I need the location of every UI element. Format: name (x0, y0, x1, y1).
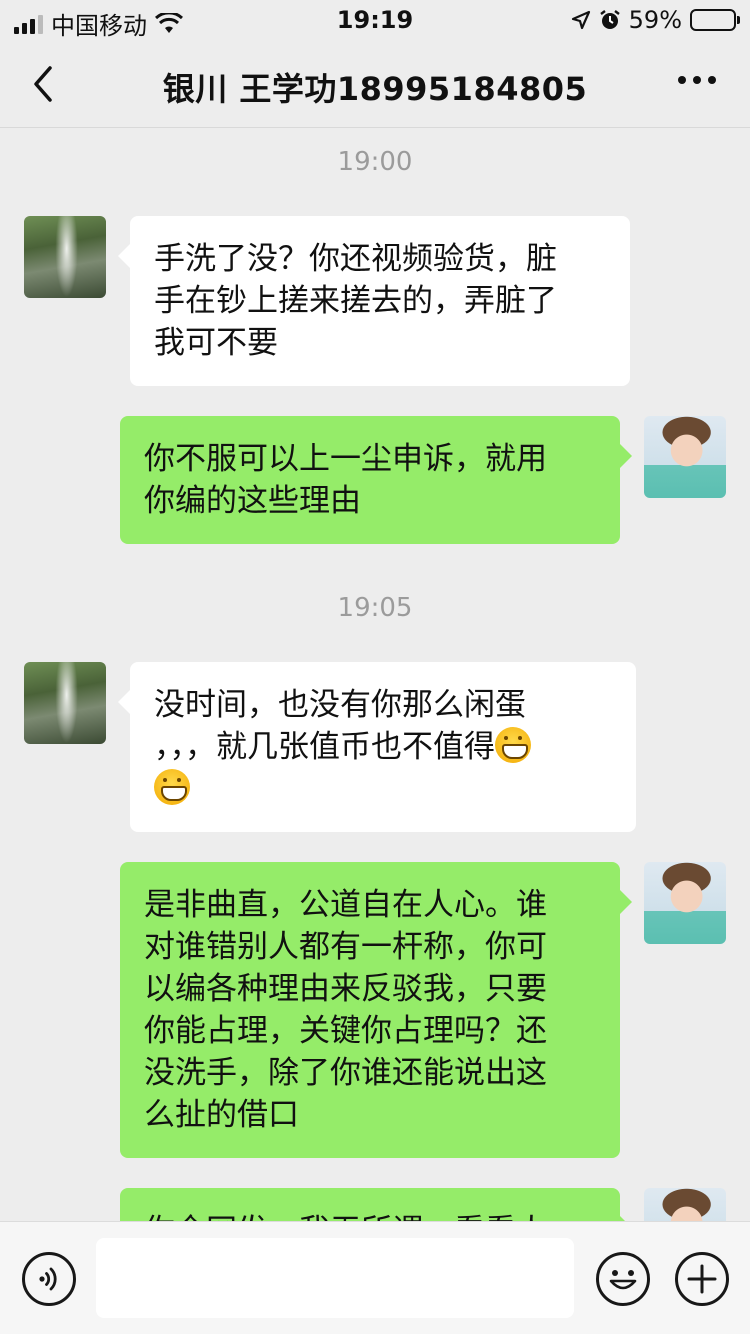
battery-percent: 59% (628, 6, 682, 34)
message-line: 没时间，也没有你那么闲蛋 (154, 687, 526, 723)
incoming-message[interactable]: 手洗了没？你还视频验货，脏 手在钞上搓来搓去的，弄脏了 我可不要 (118, 216, 630, 386)
message-line-with-emoji: ，，，就几张值币也不值得 (154, 726, 612, 768)
outgoing-message[interactable]: 是非曲直，公道自在人心。谁 对谁错别人都有一杆称，你可 以编各种理由来反驳我，只… (120, 862, 632, 1158)
incoming-message[interactable]: 没时间，也没有你那么闲蛋 ，，，就几张值币也不值得 (118, 662, 636, 832)
plus-icon[interactable] (675, 1252, 729, 1306)
chat-title: 银川 王学功18995184805 (162, 70, 588, 108)
more-icon[interactable] (678, 76, 716, 84)
location-icon (571, 10, 591, 30)
message-line: 么扯的借口 (144, 1097, 299, 1133)
message-line: 是非曲直，公道自在人心。谁 (144, 887, 547, 923)
contact-avatar[interactable] (24, 216, 106, 298)
my-avatar[interactable] (644, 1188, 726, 1221)
message-line: 你全网发，我无所谓，看看人 (144, 1210, 596, 1221)
message-input[interactable] (96, 1238, 574, 1318)
alarm-icon (599, 9, 621, 31)
message-line: 没洗手，除了你谁还能说出这 (144, 1055, 547, 1091)
chat-area[interactable]: 19:00 手洗了没？你还视频验货，脏 手在钞上搓来搓去的，弄脏了 我可不要 你… (0, 129, 750, 1221)
nav-bar: 银川 王学功18995184805 (0, 40, 750, 128)
message-line: 以编各种理由来反驳我，只要 (144, 971, 547, 1007)
outgoing-message[interactable]: 你不服可以上一尘申诉，就用 你编的这些理由 (120, 416, 632, 544)
message-line: ，，，就几张值币也不值得 (154, 729, 495, 765)
grinning-emoji-icon (495, 727, 531, 763)
contact-avatar[interactable] (24, 662, 106, 744)
message-line: 对谁错别人都有一杆称，你可 (144, 929, 547, 965)
my-avatar[interactable] (644, 416, 726, 498)
message-line: 手在钞上搓来搓去的，弄脏了 (154, 283, 557, 319)
battery-icon (690, 9, 740, 31)
voice-icon[interactable] (22, 1252, 76, 1306)
chevron-left-icon[interactable] (24, 62, 64, 106)
input-bar (0, 1221, 750, 1334)
status-right: 59% (571, 6, 740, 34)
outgoing-message[interactable]: 你全网发，我无所谓，看看人 (120, 1188, 632, 1221)
message-line: 你编的这些理由 (144, 483, 361, 519)
message-line: 手洗了没？你还视频验货，脏 (154, 241, 557, 277)
grinning-emoji-icon (154, 769, 190, 805)
message-line: 你能占理，关键你占理吗？还 (144, 1013, 547, 1049)
status-bar: 中国移动 19:19 59% (0, 0, 750, 40)
message-line: 你不服可以上一尘申诉，就用 (144, 441, 547, 477)
timestamp: 19:00 (337, 147, 413, 177)
message-line-emoji (154, 768, 612, 810)
emoji-icon[interactable] (596, 1252, 650, 1306)
message-line: 我可不要 (154, 325, 278, 361)
my-avatar[interactable] (644, 862, 726, 944)
timestamp: 19:05 (337, 593, 413, 623)
